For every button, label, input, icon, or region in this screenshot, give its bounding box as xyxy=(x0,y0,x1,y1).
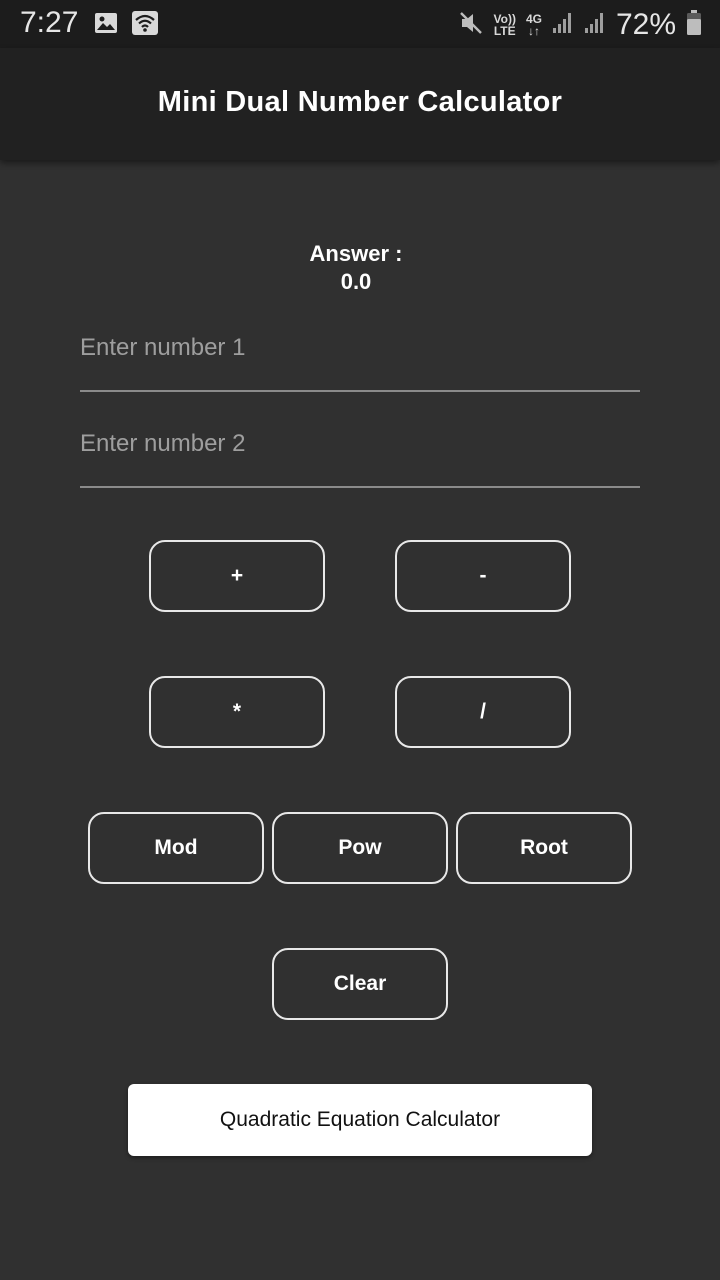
quadratic-calculator-button[interactable]: Quadratic Equation Calculator xyxy=(128,1084,592,1156)
add-button[interactable]: + xyxy=(149,540,325,612)
answer-label: Answer : xyxy=(309,241,403,266)
clear-button[interactable]: Clear xyxy=(272,948,448,1020)
number1-field xyxy=(80,328,640,392)
data-arrows: ↓↑ xyxy=(527,24,540,38)
subtract-button[interactable]: - xyxy=(395,540,571,612)
number1-input[interactable] xyxy=(80,328,640,368)
signal-icon xyxy=(552,11,574,40)
root-button[interactable]: Root xyxy=(456,812,632,884)
battery-icon xyxy=(686,9,702,41)
mute-icon xyxy=(458,10,484,41)
volte-indicator: Vo)) LTE xyxy=(494,13,516,37)
battery-percent: 72% xyxy=(615,8,676,41)
signal-icon-2 xyxy=(584,11,606,40)
status-time: 7:27 xyxy=(20,6,79,39)
status-right-icons: Vo)) LTE 4G ↓↑ 72% xyxy=(458,8,703,42)
wifi-icon xyxy=(132,11,158,40)
page-title: Mini Dual Number Calculator xyxy=(157,86,563,118)
multiply-button[interactable]: * xyxy=(149,676,325,748)
answer-value: 0.0 xyxy=(340,269,372,294)
volte-bottom: LTE xyxy=(493,24,516,38)
gallery-icon xyxy=(94,11,118,40)
status-left-icons xyxy=(94,11,158,40)
data-indicator: 4G ↓↑ xyxy=(526,13,542,37)
number2-field xyxy=(80,424,640,488)
divide-button[interactable]: / xyxy=(395,676,571,748)
pow-button[interactable]: Pow xyxy=(272,812,448,884)
app-bar: Mini Dual Number Calculator xyxy=(0,48,720,160)
status-bar: 7:27 Vo)) LTE 4G ↓↑ 72% xyxy=(0,0,720,48)
mod-button[interactable]: Mod xyxy=(88,812,264,884)
number2-input[interactable] xyxy=(80,424,640,464)
